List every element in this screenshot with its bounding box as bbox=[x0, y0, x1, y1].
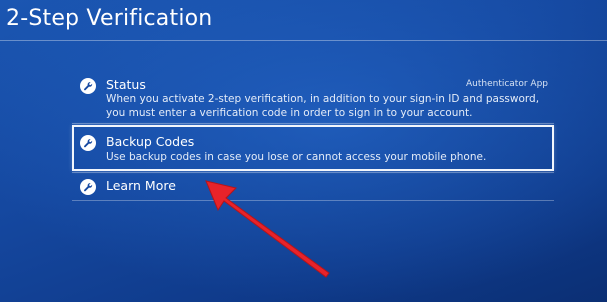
header: 2-Step Verification bbox=[0, 0, 607, 41]
divider bbox=[72, 200, 554, 201]
menu-item-description: Use backup codes in case you lose or can… bbox=[106, 151, 487, 163]
wrench-icon bbox=[80, 179, 96, 195]
menu-item-learn-more[interactable]: Learn More bbox=[72, 174, 554, 200]
divider bbox=[72, 123, 554, 124]
menu-item-label: Backup Codes bbox=[106, 134, 195, 149]
wrench-icon bbox=[80, 135, 96, 151]
menu-item-status[interactable]: Status Authenticator App When you activa… bbox=[72, 72, 554, 124]
menu-item-label: Status bbox=[106, 77, 146, 92]
menu-item-label: Learn More bbox=[106, 178, 176, 193]
status-value: Authenticator App bbox=[465, 79, 548, 89]
page-title: 2-Step Verification bbox=[6, 6, 213, 31]
menu-item-description: When you activate 2-step verification, i… bbox=[106, 93, 540, 119]
menu-item-backup-codes[interactable]: Backup Codes Use backup codes in case yo… bbox=[72, 125, 554, 171]
wrench-icon bbox=[80, 78, 96, 94]
divider bbox=[72, 172, 554, 173]
